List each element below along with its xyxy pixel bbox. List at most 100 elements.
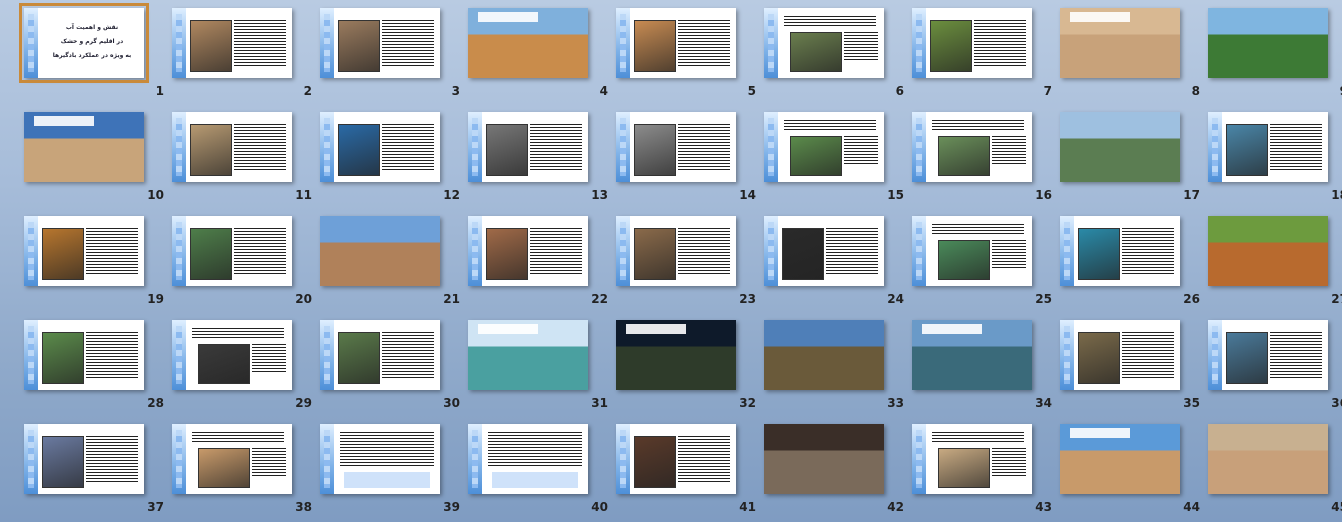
slide-preview[interactable] bbox=[320, 216, 440, 286]
slide-preview[interactable] bbox=[468, 112, 588, 182]
title-line: در اقلیم گرم و خشک bbox=[60, 38, 124, 45]
slide-preview[interactable] bbox=[1060, 320, 1180, 390]
slide-thumbnail-29[interactable]: 29 bbox=[172, 320, 312, 412]
slide-thumbnail-30[interactable]: 30 bbox=[320, 320, 460, 412]
slide-preview[interactable] bbox=[172, 320, 292, 390]
slide-preview[interactable] bbox=[1208, 8, 1328, 78]
slide-preview[interactable] bbox=[1208, 216, 1328, 286]
slide-preview[interactable] bbox=[912, 424, 1032, 494]
slide-thumbnail-45[interactable]: 45 bbox=[1208, 424, 1342, 516]
slide-preview[interactable] bbox=[764, 112, 884, 182]
slide-thumbnail-37[interactable]: 37 bbox=[24, 424, 164, 516]
slide-thumbnail-16[interactable]: 16 bbox=[912, 112, 1052, 204]
slide-preview[interactable] bbox=[764, 320, 884, 390]
slide-thumbnail-15[interactable]: 15 bbox=[764, 112, 904, 204]
slide-thumbnail-3[interactable]: 3 bbox=[320, 8, 460, 100]
slide-theme-bar bbox=[912, 424, 926, 494]
slide-thumbnail-1[interactable]: نقش و اهمیت آب در اقلیم گرم و خشک به ویژه … bbox=[19, 3, 164, 100]
slide-thumbnail-35[interactable]: 35 bbox=[1060, 320, 1200, 412]
slide-thumbnail-33[interactable]: 33 bbox=[764, 320, 904, 412]
slide-preview[interactable] bbox=[468, 424, 588, 494]
slide-picture bbox=[338, 124, 380, 176]
slide-picture bbox=[634, 436, 676, 488]
slide-thumbnail-31[interactable]: 31 bbox=[468, 320, 608, 412]
slide-preview[interactable] bbox=[912, 320, 1032, 390]
slide-preview[interactable] bbox=[24, 424, 144, 494]
slide-preview[interactable] bbox=[24, 112, 144, 182]
slide-thumbnail-39[interactable]: 39 bbox=[320, 424, 460, 516]
slide-thumbnail-28[interactable]: 28 bbox=[24, 320, 164, 412]
slide-preview[interactable] bbox=[764, 8, 884, 78]
slide-thumbnail-27[interactable]: 27 bbox=[1208, 216, 1342, 308]
slide-thumbnail-43[interactable]: 43 bbox=[912, 424, 1052, 516]
slide-preview[interactable] bbox=[1208, 320, 1328, 390]
slide-thumbnail-7[interactable]: 7 bbox=[912, 8, 1052, 100]
slide-preview[interactable] bbox=[1208, 112, 1328, 182]
slide-thumbnail-19[interactable]: 19 bbox=[24, 216, 164, 308]
slide-thumbnail-44[interactable]: 44 bbox=[1060, 424, 1200, 516]
slide-thumbnail-5[interactable]: 5 bbox=[616, 8, 756, 100]
slide-text-block bbox=[192, 432, 284, 444]
slide-preview[interactable] bbox=[320, 8, 440, 78]
slide-preview[interactable] bbox=[764, 424, 884, 494]
slide-preview[interactable] bbox=[1208, 424, 1328, 494]
slide-picture bbox=[790, 136, 842, 176]
slide-preview[interactable] bbox=[320, 320, 440, 390]
slide-preview[interactable] bbox=[24, 216, 144, 286]
slide-thumbnail-4[interactable]: 4 bbox=[468, 8, 608, 100]
slide-preview[interactable] bbox=[172, 112, 292, 182]
slide-preview[interactable]: نقش و اهمیت آب در اقلیم گرم و خشک به ویژه … bbox=[19, 3, 149, 83]
slide-thumbnail-12[interactable]: 12 bbox=[320, 112, 460, 204]
slide-number: 37 bbox=[147, 500, 164, 514]
slide-thumbnail-6[interactable]: 6 bbox=[764, 8, 904, 100]
slide-thumbnail-22[interactable]: 22 bbox=[468, 216, 608, 308]
slide-preview[interactable] bbox=[616, 8, 736, 78]
slide-preview[interactable] bbox=[320, 112, 440, 182]
slide-preview[interactable] bbox=[172, 424, 292, 494]
slide-thumbnail-38[interactable]: 38 bbox=[172, 424, 312, 516]
slide-preview[interactable] bbox=[172, 8, 292, 78]
slide-thumbnail-14[interactable]: 14 bbox=[616, 112, 756, 204]
slide-preview[interactable] bbox=[1060, 8, 1180, 78]
slide-preview[interactable] bbox=[616, 320, 736, 390]
slide-preview[interactable] bbox=[24, 320, 144, 390]
slide-preview[interactable] bbox=[172, 216, 292, 286]
slide-theme-bar bbox=[24, 216, 38, 286]
slide-thumbnail-42[interactable]: 42 bbox=[764, 424, 904, 516]
slide-thumbnail-8[interactable]: 8 bbox=[1060, 8, 1200, 100]
slide-thumbnail-9[interactable]: 9 bbox=[1208, 8, 1342, 100]
slide-thumbnail-24[interactable]: 24 bbox=[764, 216, 904, 308]
slide-preview[interactable] bbox=[616, 112, 736, 182]
slide-thumbnail-21[interactable]: 21 bbox=[320, 216, 460, 308]
slide-thumbnail-25[interactable]: 25 bbox=[912, 216, 1052, 308]
slide-thumbnail-23[interactable]: 23 bbox=[616, 216, 756, 308]
slide-preview[interactable] bbox=[912, 8, 1032, 78]
slide-preview[interactable] bbox=[616, 424, 736, 494]
slide-preview[interactable] bbox=[1060, 424, 1180, 494]
slide-preview[interactable] bbox=[912, 112, 1032, 182]
slide-preview[interactable] bbox=[468, 216, 588, 286]
slide-preview[interactable] bbox=[764, 216, 884, 286]
slide-thumbnail-40[interactable]: 40 bbox=[468, 424, 608, 516]
slide-preview[interactable] bbox=[468, 320, 588, 390]
slide-thumbnail-32[interactable]: 32 bbox=[616, 320, 756, 412]
slide-thumbnail-18[interactable]: 18 bbox=[1208, 112, 1342, 204]
slide-thumbnail-34[interactable]: 34 bbox=[912, 320, 1052, 412]
slide-preview[interactable] bbox=[320, 424, 440, 494]
slide-preview[interactable] bbox=[468, 8, 588, 78]
slide-thumbnail-2[interactable]: 2 bbox=[172, 8, 312, 100]
slide-preview[interactable] bbox=[616, 216, 736, 286]
slide-thumbnail-36[interactable]: 36 bbox=[1208, 320, 1342, 412]
slide-thumbnail-26[interactable]: 26 bbox=[1060, 216, 1200, 308]
slide-thumbnail-13[interactable]: 13 bbox=[468, 112, 608, 204]
slide-preview[interactable] bbox=[912, 216, 1032, 286]
slide-preview[interactable] bbox=[1060, 216, 1180, 286]
slide-number: 12 bbox=[443, 188, 460, 202]
slide-thumbnail-11[interactable]: 11 bbox=[172, 112, 312, 204]
slide-thumbnail-10[interactable]: 10 bbox=[24, 112, 164, 204]
slide-thumbnail-20[interactable]: 20 bbox=[172, 216, 312, 308]
slide-thumbnail-41[interactable]: 41 bbox=[616, 424, 756, 516]
slide-preview[interactable] bbox=[1060, 112, 1180, 182]
slide-thumbnail-17[interactable]: 17 bbox=[1060, 112, 1200, 204]
slide-theme-bar bbox=[1208, 112, 1222, 182]
